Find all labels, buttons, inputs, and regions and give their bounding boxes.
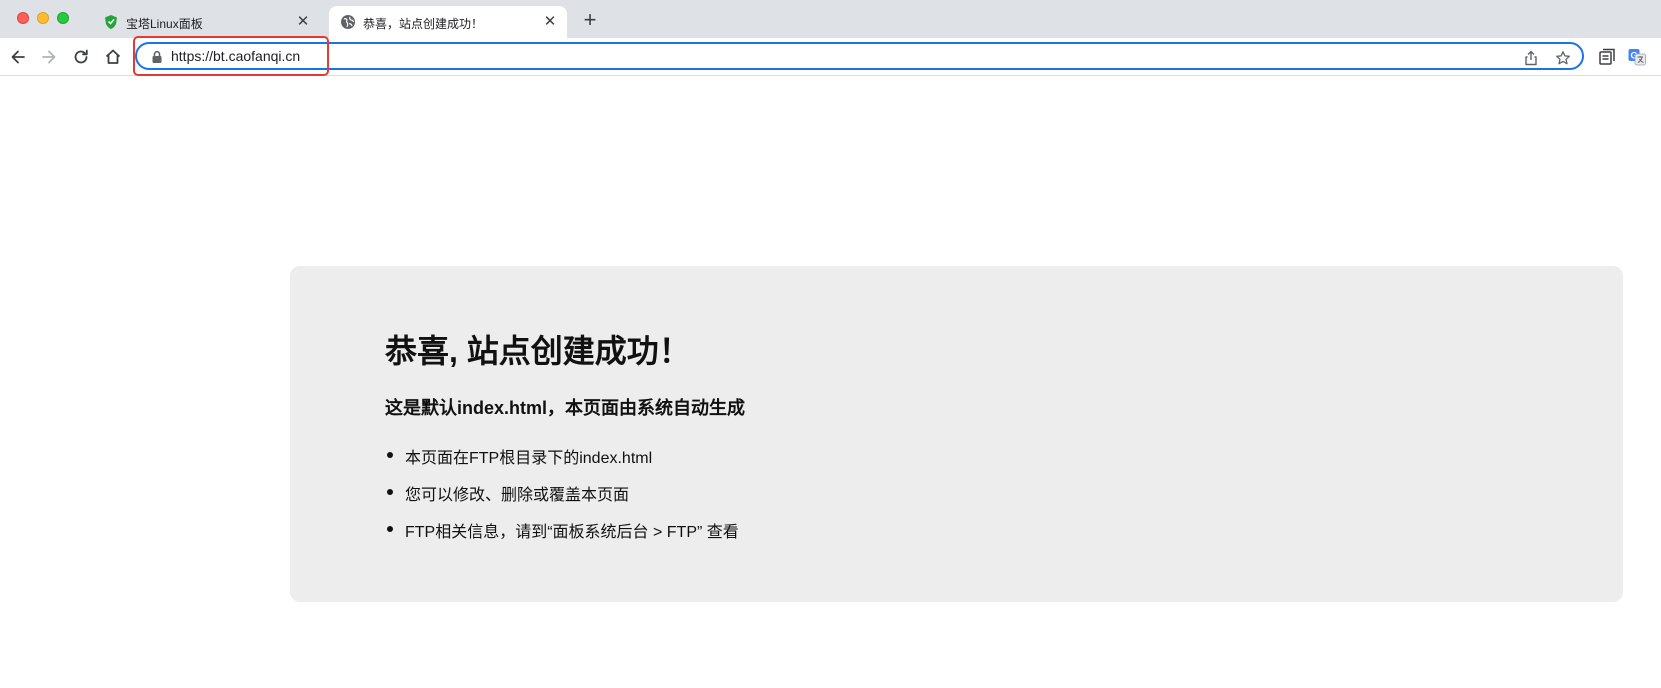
- tab-site-created[interactable]: 恭喜，站点创建成功！ ✕: [329, 6, 567, 38]
- translate-extension-icon[interactable]: G: [1627, 47, 1647, 67]
- forward-arrow-icon[interactable]: [39, 47, 59, 67]
- content-card: 恭喜, 站点创建成功！ 这是默认index.html，本页面由系统自动生成 本页…: [290, 266, 1623, 602]
- home-icon[interactable]: [103, 47, 123, 67]
- bookmark-star-icon[interactable]: [1555, 50, 1571, 66]
- reload-icon[interactable]: [71, 47, 91, 67]
- reading-list-icon[interactable]: [1597, 47, 1617, 67]
- address-bar[interactable]: https://bt.caofanqi.cn: [135, 42, 1584, 70]
- tab-title: 恭喜，站点创建成功！: [363, 17, 484, 31]
- tab-title: 宝塔Linux面板: [126, 17, 203, 31]
- list-item: FTP相关信息，请到“面板系统后台 > FTP” 查看: [385, 518, 739, 555]
- list-item: 本页面在FTP根目录下的index.html: [385, 444, 739, 481]
- tab-strip: 宝塔Linux面板 ✕ 恭喜，站点创建成功！ ✕ +: [0, 0, 1661, 38]
- tab-close-icon[interactable]: ✕: [294, 13, 312, 31]
- globe-icon: [341, 15, 355, 29]
- list-item: 您可以修改、删除或覆盖本页面: [385, 481, 739, 518]
- window-minimize-button[interactable]: [37, 12, 49, 24]
- info-list: 本页面在FTP根目录下的index.html 您可以修改、删除或覆盖本页面 FT…: [385, 444, 739, 555]
- window-zoom-button[interactable]: [57, 12, 69, 24]
- tab-close-icon[interactable]: ✕: [541, 13, 559, 31]
- back-arrow-icon[interactable]: [8, 47, 28, 67]
- window-close-button[interactable]: [17, 12, 29, 24]
- page-title: 恭喜, 站点创建成功！: [385, 333, 691, 369]
- new-tab-button[interactable]: +: [580, 9, 600, 31]
- tab-bt-panel[interactable]: 宝塔Linux面板 ✕: [92, 6, 320, 38]
- url-highlight-annotation: [133, 36, 329, 76]
- page-subtitle: 这是默认index.html，本页面由系统自动生成: [385, 398, 746, 418]
- bt-shield-icon: [105, 15, 117, 29]
- share-icon[interactable]: [1523, 50, 1539, 66]
